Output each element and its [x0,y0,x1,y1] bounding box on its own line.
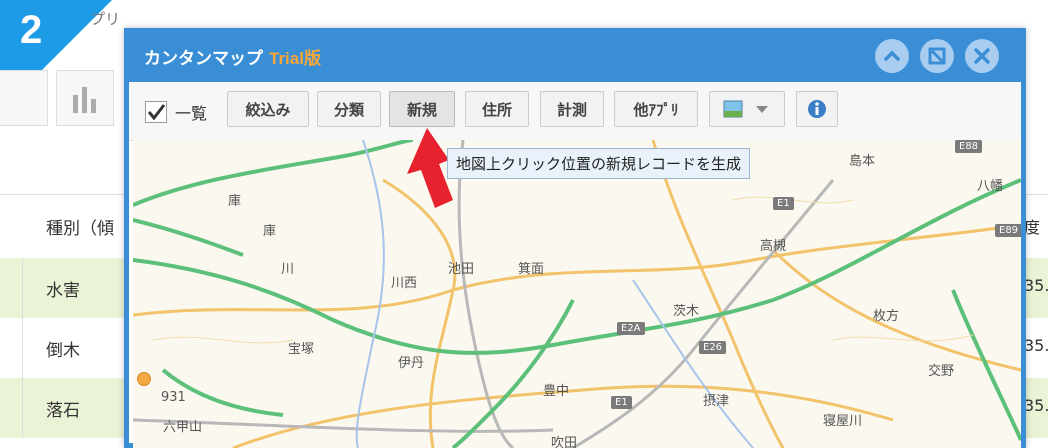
map-label: 六甲山 [163,420,203,435]
road-shield: E1 [773,197,794,210]
filter-button[interactable]: 絞込み [227,91,309,127]
map-label: 庫 [228,194,242,209]
image-layer-icon [723,100,768,118]
dialog-header: カンタンマップ Trial版 [124,28,1026,82]
step-number: 2 [20,8,43,52]
map-label: 庫 [263,224,277,239]
map-toolbar: 一覧 絞込み 分類 新規 住所 計測 他ｱﾌﾟﾘ [129,82,1021,141]
table-header-right: 度 [1024,218,1041,237]
map-label: 川 [281,262,295,277]
list-checkbox[interactable]: 一覧 [145,100,207,124]
close-icon [974,48,990,64]
bar-chart-icon [73,85,97,113]
close-button[interactable] [965,39,999,73]
map-label: 交野 [928,364,955,379]
restore-icon [928,47,946,65]
map-label: 箕面 [518,262,545,277]
map-label: 池田 [448,262,475,277]
row-coord: 35. [1024,276,1048,295]
map-marker[interactable] [137,372,151,386]
map-label: 枚方 [873,309,900,324]
restore-button[interactable] [920,39,954,73]
map-canvas[interactable]: 川西 池田 箕面 宝塚 伊丹 豊中 茨木 高槻 枚方 交野 摂津 寝屋川 吹田 … [133,140,1021,448]
map-roads [133,140,1021,448]
map-dialog: カンタンマップ Trial版 一覧 絞込み 分類 新規 住所 計測 他ｱﾌﾟﾘ [124,28,1026,448]
map-label: 伊丹 [398,356,425,371]
chart-tool-button[interactable] [56,70,114,126]
layer-select-button[interactable] [709,91,785,127]
row-type: 水害 [46,281,80,301]
measure-button[interactable]: 計測 [540,91,604,127]
map-label: 茨木 [673,304,700,319]
road-shield: E2A [617,322,645,335]
map-label: 八幡 [977,179,1004,194]
list-label: 一覧 [175,104,208,123]
other-apps-button[interactable]: 他ｱﾌﾟﾘ [614,91,698,127]
map-label: 高槻 [760,239,787,254]
new-record-tooltip: 地図上クリック位置の新規レコードを生成 [447,148,751,179]
checkmark-icon [147,104,166,121]
road-shield: E1 [611,396,632,409]
info-button[interactable] [796,91,838,127]
background-app-title: プリ [90,10,121,28]
map-label: 摂津 [703,394,730,409]
map-label: 豊中 [543,384,570,399]
table-header-type: 種別（傾 [46,219,114,239]
road-shield: E88 [955,140,983,153]
trial-label: Trial版 [269,49,321,68]
map-label: 川西 [391,276,418,291]
road-shield: E89 [995,224,1021,237]
category-button[interactable]: 分類 [317,91,381,127]
chevron-up-icon [884,50,900,61]
dialog-title-text: カンタンマップ [144,49,263,68]
row-coord: 35.6 [1024,336,1048,355]
map-label: 吹田 [551,436,578,448]
collapse-button[interactable] [875,39,909,73]
checkbox-box[interactable] [145,101,167,123]
dialog-title: カンタンマップ Trial版 [144,44,321,69]
row-type: 倒木 [46,341,80,361]
info-icon [808,100,826,118]
map-label: 宝塚 [288,342,315,357]
map-label: 島本 [849,154,876,169]
address-button[interactable]: 住所 [465,91,529,127]
map-label: 931 [161,390,186,405]
row-type: 落石 [46,401,80,421]
road-shield: E26 [699,341,727,354]
map-label: 寝屋川 [823,414,863,429]
row-coord: 35.7 [1024,396,1048,415]
background-tool-button[interactable] [0,70,48,126]
